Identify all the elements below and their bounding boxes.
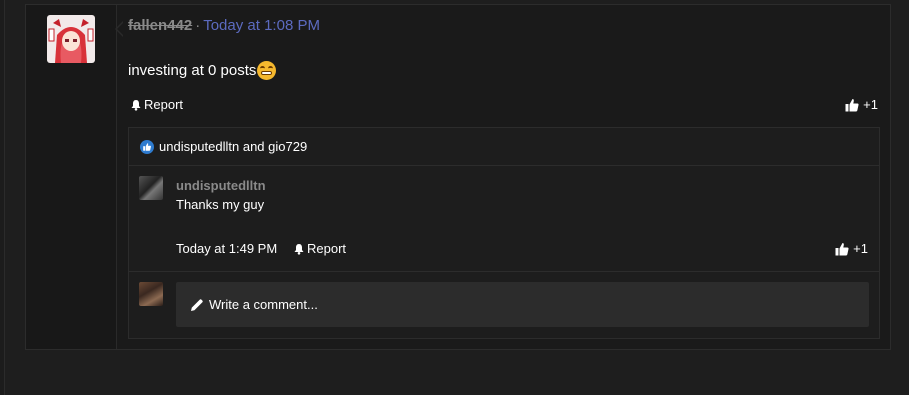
post-report-label: Report: [144, 97, 184, 112]
post-card: fallen442 · Today at 1:08 PM investing at …: [25, 4, 891, 350]
current-user-avatar: [139, 282, 163, 306]
comments-section: undisputedlltn and gio729 undisputedlltn…: [128, 127, 880, 339]
comment-report-action[interactable]: Report: [293, 241, 346, 256]
like-badge-icon: [140, 139, 154, 154]
author-avatar[interactable]: [47, 15, 95, 63]
comment-like-count: +1: [853, 241, 868, 256]
emoji-left-eye: [260, 66, 266, 70]
write-comment-placeholder: Write a comment...: [209, 297, 318, 312]
commenter-avatar[interactable]: [139, 176, 163, 200]
likes-summary[interactable]: undisputedlltn and gio729: [129, 128, 879, 166]
comment-text: Thanks my guy: [176, 197, 265, 212]
emoji-mouth: [261, 71, 273, 75]
post-header: fallen442 · Today at 1:08 PM: [128, 17, 320, 34]
header-separator: ·: [195, 17, 201, 34]
message-arrow-inner: [117, 22, 124, 36]
bell-icon: [294, 243, 304, 255]
commenter-username[interactable]: undisputedlltn: [176, 178, 266, 193]
pencil-icon: [191, 298, 203, 311]
post-message-text: investing at 0 posts: [128, 62, 257, 79]
thumbs-up-icon: [835, 242, 849, 255]
post-like-count: +1: [863, 97, 878, 112]
post-like-button[interactable]: +1: [845, 97, 878, 112]
author-username[interactable]: fallen442: [128, 17, 192, 34]
comment-like-button[interactable]: +1: [835, 241, 868, 256]
comment-item: undisputedlltn Thanks my guy Today at 1:…: [129, 166, 879, 272]
emoji-right-eye: [268, 66, 274, 70]
post-report-action[interactable]: Report: [130, 97, 183, 112]
post-message: investing at 0 posts: [128, 61, 277, 80]
grimacing-face-emoji-icon: [257, 61, 277, 80]
comment-timestamp-link[interactable]: Today at 1:49 PM: [176, 241, 277, 256]
thumbs-up-icon: [845, 98, 859, 111]
write-comment-input[interactable]: Write a comment...: [176, 282, 869, 327]
comment-report-label: Report: [307, 241, 347, 256]
post-author-sidebar: [26, 5, 117, 349]
page-background: fallen442 · Today at 1:08 PM investing at …: [4, 0, 909, 395]
liked-by-text: undisputedlltn and gio729: [159, 139, 308, 154]
post-timestamp-link[interactable]: Today at 1:08 PM: [203, 17, 320, 34]
bell-icon: [131, 99, 141, 111]
